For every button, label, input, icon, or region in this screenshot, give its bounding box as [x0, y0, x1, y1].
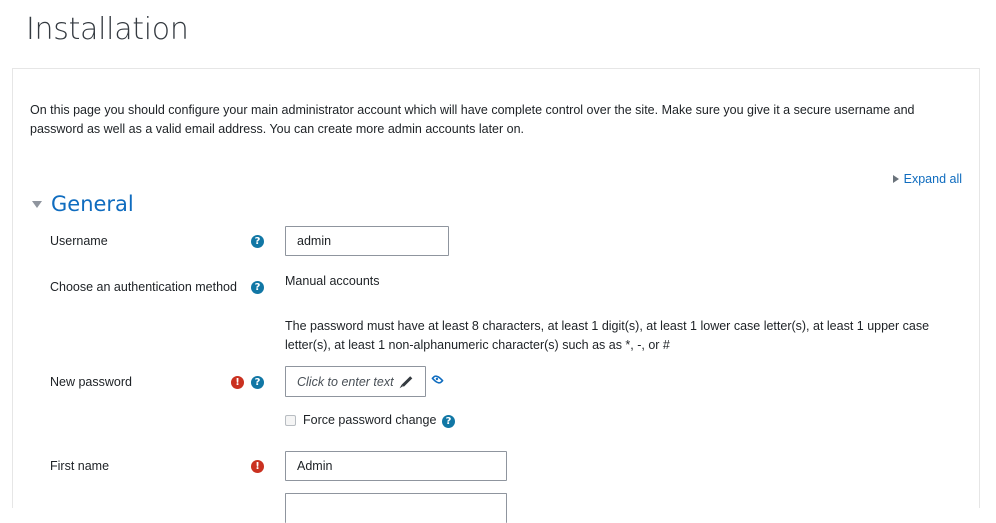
username-value: admin — [297, 234, 332, 248]
caret-right-icon — [892, 175, 899, 183]
auth-method-value: Manual accounts — [285, 274, 380, 288]
caret-down-icon — [32, 200, 42, 208]
help-icon[interactable]: ? — [251, 281, 264, 294]
help-icon[interactable]: ? — [442, 415, 455, 428]
intro-text: On this page you should configure your m… — [30, 103, 915, 136]
first-name-value: Admin — [297, 459, 333, 473]
password-policy-text: The password must have at least 8 charac… — [285, 319, 930, 352]
expand-all-label: Expand all — [903, 172, 962, 186]
next-field-input[interactable] — [285, 493, 507, 523]
required-icon: ! — [251, 460, 264, 473]
section-title: General — [51, 192, 134, 216]
first-name-input[interactable]: Admin — [285, 451, 507, 481]
username-label: Username — [50, 234, 108, 248]
force-password-change-label: Force password change — [303, 413, 437, 427]
section-toggle-general[interactable]: General — [32, 192, 134, 216]
required-icon: ! — [231, 376, 244, 389]
force-password-change-checkbox[interactable] — [285, 415, 296, 426]
help-icon[interactable]: ? — [251, 376, 264, 389]
expand-all-link[interactable]: Expand all — [892, 172, 962, 186]
new-password-label: New password — [50, 375, 132, 389]
new-password-placeholder: Click to enter text — [297, 374, 394, 389]
username-input[interactable]: admin — [285, 226, 449, 256]
first-name-label: First name — [50, 459, 110, 473]
help-icon[interactable]: ? — [251, 235, 264, 248]
page-title: Installation — [26, 12, 189, 47]
new-password-input[interactable]: Click to enter text — [285, 366, 426, 397]
pencil-icon — [401, 376, 412, 387]
auth-method-label: Choose an authentication method — [50, 280, 237, 294]
